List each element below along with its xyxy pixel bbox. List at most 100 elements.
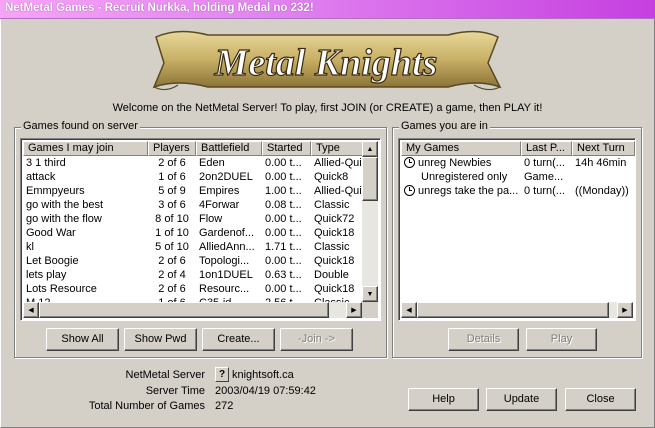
- col-started[interactable]: Started: [262, 141, 311, 156]
- col-type[interactable]: Type: [311, 141, 366, 156]
- scroll-right-icon[interactable]: ▶: [617, 302, 633, 318]
- total-games-value: 272: [215, 400, 234, 412]
- col-players[interactable]: Players: [148, 141, 196, 156]
- cell-players: 8 of 10: [155, 213, 189, 225]
- games-you-are-in-legend: Games you are in: [399, 120, 490, 132]
- join-button[interactable]: -Join ->: [280, 328, 353, 351]
- cell-game-name: Good War: [26, 227, 76, 239]
- cell-started: 1.00 t...: [265, 185, 302, 197]
- cell-next-turn: ((Monday)): [575, 185, 629, 197]
- close-button[interactable]: Close: [565, 388, 636, 411]
- table-row[interactable]: Good War 1 of 10 Gardenof... 0.00 t... Quick…: [23, 226, 366, 240]
- cell-players: 1 of 6: [158, 171, 186, 183]
- cell-started: 0.00 t...: [265, 255, 302, 267]
- scroll-left-icon[interactable]: ◀: [401, 302, 417, 318]
- show-pwd-button[interactable]: Show Pwd: [124, 328, 197, 351]
- cell-my-game-name: unregs take the pa...: [401, 184, 521, 198]
- window-title: NetMetal Games - Recruit Nurkka, holding…: [5, 2, 314, 14]
- my-game-name: unreg Newbies: [418, 157, 492, 169]
- cell-started: 0.00 t...: [265, 157, 302, 169]
- table-row[interactable]: Emmpyeurs 5 of 9 Empires 1.00 t... Allied-Qu…: [23, 184, 366, 198]
- games-found-vscroll[interactable]: ▲ ▼: [362, 141, 378, 302]
- games-found-hscroll[interactable]: ◀ ▶: [23, 302, 362, 318]
- cell-my-game-name: unreg Newbies: [401, 156, 521, 170]
- table-row[interactable]: Unregistered only Game...: [401, 170, 635, 184]
- update-button[interactable]: Update: [486, 388, 557, 411]
- games-found-rows: 3 1 third 2 of 6 Eden 0.00 t... Allied-Quic a…: [23, 156, 366, 310]
- cell-players: 2 of 6: [158, 157, 186, 169]
- play-button[interactable]: Play: [526, 328, 597, 351]
- server-value: knightsoft.ca: [232, 369, 294, 381]
- cell-battlefield: Eden: [199, 157, 225, 169]
- cell-type: Classic: [314, 241, 350, 253]
- col-last-played[interactable]: Last P...: [521, 141, 572, 156]
- cell-players: 2 of 6: [158, 255, 186, 267]
- cell-game-name: Emmpyeurs: [26, 185, 85, 197]
- table-row[interactable]: Let Boogie 2 of 6 Topologi... 0.00 t... Quic…: [23, 254, 366, 268]
- games-found-list[interactable]: Games I may join Players Battlefield Sta…: [20, 138, 381, 321]
- scroll-left-icon[interactable]: ◀: [23, 302, 39, 318]
- table-row[interactable]: Lots Resource 2 of 6 Resourc... 0.00 t... Qu…: [23, 282, 366, 296]
- cell-my-game-name: Unregistered only: [401, 170, 521, 184]
- games-found-header: Games I may join Players Battlefield Sta…: [23, 141, 366, 156]
- cell-started: 0.00 t...: [265, 283, 302, 295]
- col-games-i-may-join[interactable]: Games I may join: [23, 141, 148, 156]
- cell-battlefield: 2on2DUEL: [199, 171, 253, 183]
- hscroll-thumb[interactable]: [417, 302, 609, 318]
- table-row[interactable]: go with the flow 8 of 10 Flow 0.00 t... Quic…: [23, 212, 366, 226]
- cell-players: 3 of 6: [158, 199, 186, 211]
- col-battlefield[interactable]: Battlefield: [196, 141, 262, 156]
- vscroll-thumb[interactable]: [362, 157, 378, 201]
- cell-type: Quick72: [314, 213, 355, 225]
- clock-icon: [404, 185, 415, 196]
- cell-type: Allied-Quic: [314, 157, 366, 169]
- cell-started: 0.00 t...: [265, 171, 302, 183]
- metal-knights-logo: Metal Knights: [148, 23, 504, 98]
- cell-game-name: lets play: [26, 269, 67, 281]
- my-game-name: Unregistered only: [421, 171, 508, 183]
- table-row[interactable]: kl 5 of 10 AlliedAnn... 1.71 t... Classic: [23, 240, 366, 254]
- hscroll-thumb[interactable]: [39, 302, 329, 318]
- my-games-hscroll[interactable]: ◀ ▶: [401, 302, 633, 318]
- cell-battlefield: Empires: [199, 185, 240, 197]
- scroll-right-icon[interactable]: ▶: [346, 302, 362, 318]
- cell-next-turn: 14h 46min: [575, 157, 627, 169]
- table-row[interactable]: attack 1 of 6 2on2DUEL 0.00 t... Quick8: [23, 170, 366, 184]
- col-next-turn[interactable]: Next Turn: [572, 141, 635, 156]
- my-games-list[interactable]: My Games Last P... Next Turn unreg Newbi…: [398, 138, 636, 321]
- details-button[interactable]: Details: [448, 328, 519, 351]
- cell-game-name: attack: [26, 171, 56, 183]
- my-game-name: unregs take the pa...: [418, 185, 519, 197]
- scroll-down-icon[interactable]: ▼: [362, 286, 378, 302]
- cell-battlefield: 1on1DUEL: [199, 269, 253, 281]
- server-help-button[interactable]: ?: [215, 367, 229, 382]
- cell-players: 2 of 6: [158, 283, 186, 295]
- cell-started: 0.08 t...: [265, 199, 302, 211]
- server-time-label: Server Time: [145, 385, 205, 397]
- title-bar[interactable]: NetMetal Games - Recruit Nurkka, holding…: [0, 0, 655, 19]
- my-games-rows: unreg Newbies 0 turn(... 14h 46min Unregist…: [401, 156, 635, 198]
- cell-started: 0.00 t...: [265, 213, 302, 225]
- cell-game-name: Lots Resource: [26, 283, 97, 295]
- cell-battlefield: Topologi...: [199, 255, 250, 267]
- cell-type: Classic: [314, 199, 350, 211]
- table-row[interactable]: lets play 2 of 4 1on1DUEL 0.63 t... Double: [23, 268, 366, 282]
- table-row[interactable]: go with the best 3 of 6 4Forwar 0.08 t... Cl…: [23, 198, 366, 212]
- create-button[interactable]: Create...: [202, 328, 275, 351]
- cell-next-turn: [572, 170, 635, 184]
- cell-type: Quick8: [314, 171, 349, 183]
- col-my-games[interactable]: My Games: [401, 141, 521, 156]
- table-row[interactable]: unregs take the pa... 0 turn(... ((Monday)…: [401, 184, 635, 198]
- cell-players: 2 of 4: [158, 269, 186, 281]
- scroll-up-icon[interactable]: ▲: [362, 141, 378, 157]
- show-all-button[interactable]: Show All: [46, 328, 119, 351]
- cell-players: 5 of 9: [158, 185, 186, 197]
- table-row[interactable]: unreg Newbies 0 turn(... 14h 46min: [401, 156, 635, 170]
- cell-game-name: go with the flow: [26, 213, 102, 225]
- cell-started: 1.71 t...: [265, 241, 302, 253]
- cell-type: Quick18: [314, 283, 355, 295]
- table-row[interactable]: 3 1 third 2 of 6 Eden 0.00 t... Allied-Quic: [23, 156, 366, 170]
- cell-last-played: 0 turn(...: [524, 185, 565, 197]
- help-button[interactable]: Help: [408, 388, 479, 411]
- cell-players: 5 of 10: [155, 241, 189, 253]
